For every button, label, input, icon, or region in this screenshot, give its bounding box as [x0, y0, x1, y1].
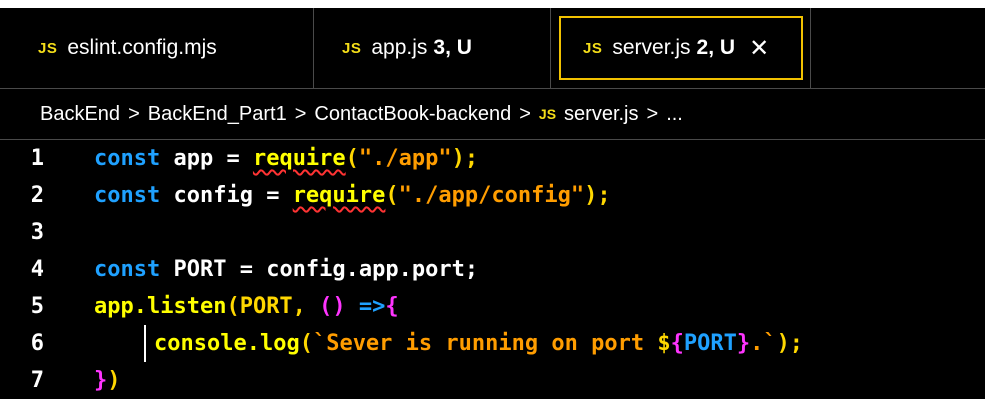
paren-token: () — [319, 294, 346, 319]
breadcrumb: BackEnd > BackEnd_Part1 > ContactBook-ba… — [0, 89, 985, 140]
line-number: 2 — [30, 183, 44, 208]
line-number: 3 — [30, 220, 44, 245]
chevron-right-icon: > — [646, 102, 659, 125]
indent-guide — [144, 325, 146, 362]
line-number: 7 — [30, 368, 44, 393]
paren-token: ); — [776, 331, 804, 356]
error-squiggle-token[interactable]: require — [293, 183, 386, 208]
breadcrumb-item-backend-part1[interactable]: BackEnd_Part1 — [148, 103, 287, 126]
chevron-right-icon: > — [294, 102, 307, 125]
line-number: 6 — [30, 331, 44, 356]
code-editor[interactable]: 1 const app = require("./app"); 2 const … — [0, 140, 985, 399]
close-icon[interactable]: ✕ — [749, 34, 769, 63]
code-text: const app = require("./app"); — [94, 146, 478, 171]
code-text: }) — [94, 368, 121, 393]
brace-token: { — [670, 331, 684, 356]
javascript-file-icon: JS — [538, 106, 557, 122]
code-line: 6 console.log(`Sever is running on port … — [0, 325, 985, 362]
breadcrumb-item-contactbook-backend[interactable]: ContactBook-backend — [314, 103, 511, 126]
tab-label: server.js — [612, 36, 691, 59]
line-number: 4 — [30, 257, 44, 282]
string-token: `Sever is running on port — [312, 331, 658, 356]
code-line: 1 const app = require("./app"); — [0, 140, 985, 177]
function-token: console.log — [154, 331, 300, 356]
chevron-right-icon: > — [128, 102, 140, 125]
paren-token: ) — [107, 368, 121, 393]
paren-token: ( — [345, 146, 359, 171]
code-token: app = — [160, 146, 253, 171]
breadcrumb-item-backend[interactable]: BackEnd — [40, 103, 120, 126]
paren-token: ( — [385, 183, 399, 208]
javascript-file-icon: JS — [583, 39, 603, 57]
keyword-token: const — [94, 146, 161, 171]
problem-count-badge: 2, U — [696, 36, 736, 59]
code-token: PORT = config.app.port; — [160, 257, 479, 282]
chevron-right-icon: > — [519, 102, 531, 125]
code-line: 2 const config = require("./app/config")… — [0, 177, 985, 214]
tab-server-js[interactable]: JS server.js 2, U ✕ — [551, 8, 811, 88]
tab-eslint-config[interactable]: JS eslint.config.mjs — [0, 8, 314, 88]
brace-token: } — [736, 331, 751, 356]
string-token: "./app" — [358, 146, 452, 171]
function-token: app.listen — [94, 294, 227, 319]
javascript-file-icon: JS — [342, 39, 362, 57]
keyword-token: const — [94, 257, 161, 282]
line-number: 5 — [30, 294, 44, 319]
problem-count-badge: 3, U — [433, 36, 472, 59]
code-line: 7 }) — [0, 362, 985, 399]
string-token: .` — [750, 331, 777, 356]
paren-token: ( — [299, 331, 313, 356]
code-token: config = — [160, 183, 293, 208]
javascript-file-icon: JS — [38, 39, 58, 57]
string-token: "./app/config" — [398, 183, 585, 208]
error-squiggle-token[interactable]: require — [253, 146, 346, 171]
editor-tab-bar: JS eslint.config.mjs JS app.js 3, U JS s… — [0, 8, 985, 89]
breadcrumb-item-server-js[interactable]: server.js — [564, 103, 638, 126]
keyword-token: const — [94, 183, 161, 208]
arrow-token: => — [345, 294, 386, 319]
code-text: const config = require("./app/config"); — [94, 183, 611, 208]
code-text: const PORT = config.app.port; — [94, 257, 478, 282]
window-top-strip — [0, 0, 985, 8]
tab-label: app.js — [371, 36, 428, 59]
brace-token: { — [385, 294, 399, 319]
template-dollar-token: $ — [657, 331, 671, 356]
brace-token: } — [94, 368, 108, 393]
code-text: console.log(`Sever is running on port ${… — [94, 331, 803, 356]
paren-token: ); — [584, 183, 611, 208]
line-number: 1 — [30, 146, 44, 171]
tab-app-js[interactable]: JS app.js 3, U — [314, 8, 551, 88]
code-text: app.listen(PORT, () =>{ — [94, 294, 399, 319]
variable-token: PORT — [683, 331, 737, 356]
breadcrumb-symbols[interactable]: ... — [666, 103, 683, 126]
code-line: 5 app.listen(PORT, () =>{ — [0, 288, 985, 325]
tab-label: eslint.config.mjs — [67, 36, 217, 59]
code-line: 3 — [0, 214, 985, 251]
code-line: 4 const PORT = config.app.port; — [0, 251, 985, 288]
paren-token: ); — [451, 146, 479, 171]
code-token: (PORT, — [226, 294, 320, 319]
